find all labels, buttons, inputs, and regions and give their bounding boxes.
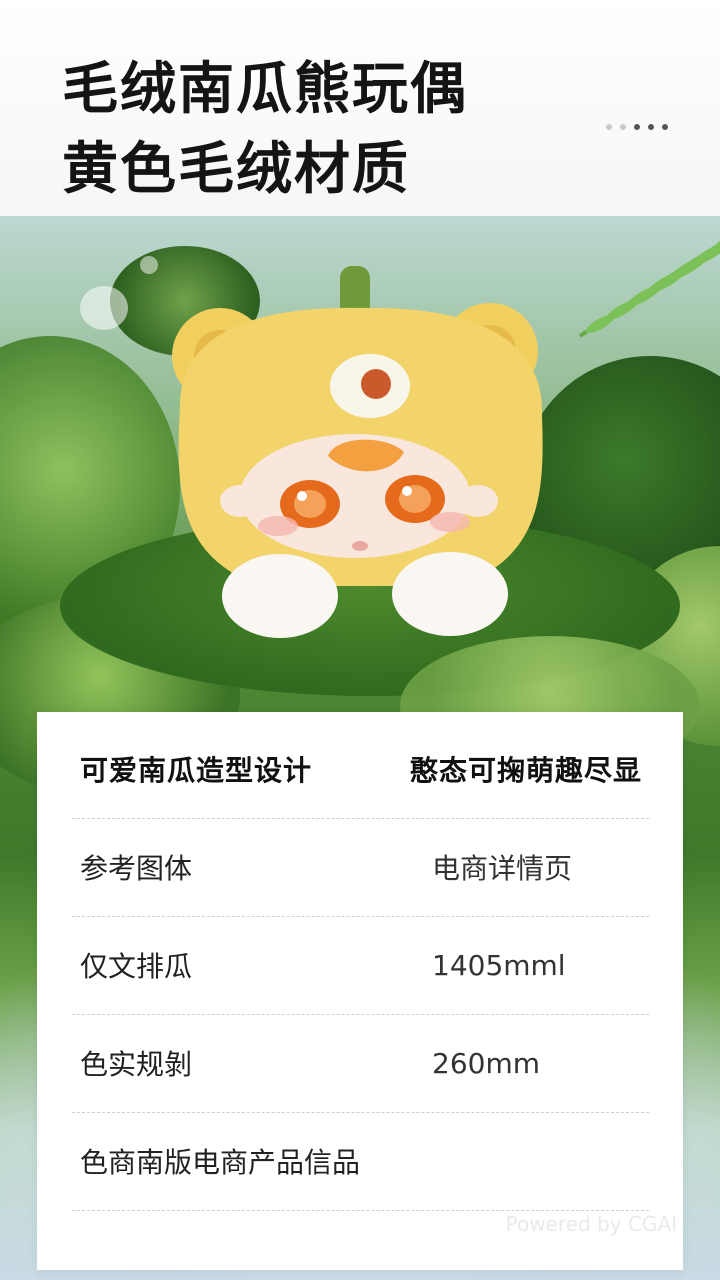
fern-leaf: [578, 230, 720, 338]
spec-row: 色实规剝 260mm: [72, 1014, 649, 1113]
indicator-dot[interactable]: [606, 124, 612, 130]
spec-row: 仅文排瓜 1405mml: [72, 916, 649, 1015]
indicator-dot[interactable]: [648, 124, 654, 130]
carousel-indicator[interactable]: [606, 124, 668, 130]
header: 毛绒南瓜熊玩偶 黄色毛绒材质: [0, 0, 720, 216]
spec-row: 参考图体 电商详情页: [72, 818, 649, 917]
pumpkin-bear-plush: [172, 266, 543, 638]
indicator-dot[interactable]: [634, 124, 640, 130]
spec-value: 260mm: [432, 1046, 540, 1080]
indicator-dot[interactable]: [620, 124, 626, 130]
page-title-line-1: 毛绒南瓜熊玩偶: [62, 57, 468, 122]
spec-label: 参考图体: [80, 852, 193, 885]
highlight-left: 可爱南瓜造型设计: [80, 754, 313, 787]
page-title-line-2: 黄色毛绒材质: [62, 137, 410, 202]
highlight-row: 可爱南瓜造型设计 憨态可掬萌趣尽显: [72, 720, 649, 819]
light-bokeh: [140, 256, 158, 274]
spec-label: 色实规剝: [80, 1048, 193, 1081]
spec-card: 可爱南瓜造型设计 憨态可掬萌趣尽显 参考图体 电商详情页 仅文排瓜 1405mm…: [37, 712, 683, 1270]
watermark: Powered by CGAI: [505, 1212, 677, 1236]
spec-label: 色商南版电商产品信品: [80, 1146, 361, 1179]
spec-label: 仅文排瓜: [80, 950, 193, 983]
light-bokeh: [80, 286, 128, 330]
spec-value: 1405mml: [432, 948, 566, 982]
highlight-right: 憨态可掬萌趣尽显: [410, 754, 643, 787]
spec-value: 电商详情页: [432, 852, 573, 885]
spec-row: 色商南版电商产品信品: [72, 1112, 649, 1211]
indicator-dot[interactable]: [662, 124, 668, 130]
